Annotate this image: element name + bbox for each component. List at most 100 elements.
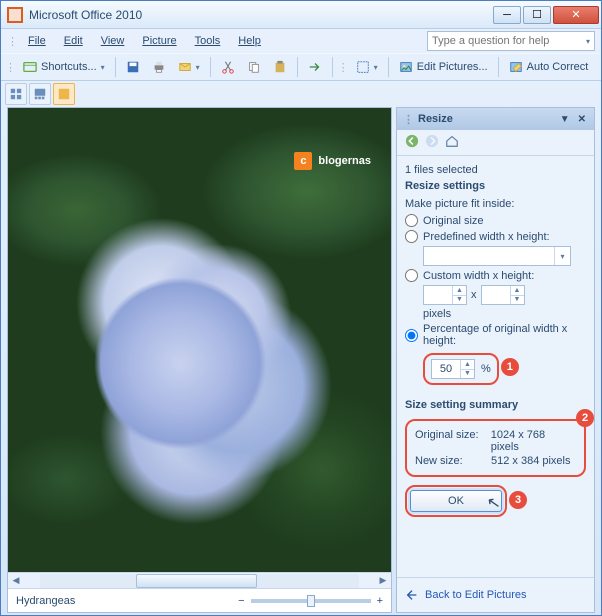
paste-icon <box>273 60 287 74</box>
chevron-down-icon[interactable]: ▾ <box>582 37 594 46</box>
menu-tools[interactable]: Tools <box>187 32 229 50</box>
menu-bar: ⋮ File Edit View Picture Tools Help ▾ <box>1 29 601 53</box>
grip-icon: ⋮ <box>7 35 18 48</box>
callout-1: 1 <box>501 358 519 376</box>
back-link[interactable]: Back to Edit Pictures <box>397 577 594 612</box>
predefined-combo[interactable]: ▾ <box>423 246 571 266</box>
grip-icon: ⋮ <box>403 113 414 126</box>
nav-back-icon[interactable] <box>405 134 419 151</box>
zoom-in-icon[interactable]: + <box>377 595 383 607</box>
window-controls: ─ ☐ ✕ <box>493 6 599 24</box>
resize-settings-heading: Resize settings <box>405 180 586 192</box>
nav-forward-icon[interactable] <box>425 134 439 151</box>
menu-file[interactable]: File <box>20 32 54 50</box>
toolbar: ⋮ Shortcuts...▾ ▾ ⋮ ▾ Edit Pictures... A… <box>1 53 601 81</box>
export-button[interactable] <box>303 56 327 78</box>
view-thumbnails-button[interactable] <box>5 83 27 105</box>
print-button[interactable] <box>147 56 171 78</box>
summary-callout: 2 Original size:1024 x 768 pixels New si… <box>405 419 586 477</box>
new-size-value: 512 x 384 pixels <box>491 455 571 467</box>
ok-callout: OK 3 ↖ <box>405 485 507 517</box>
watermark-logo: c <box>294 152 312 170</box>
maximize-button[interactable]: ☐ <box>523 6 551 24</box>
option-original-size[interactable]: Original size <box>405 214 586 227</box>
chevron-down-icon[interactable]: ▾ <box>554 247 570 265</box>
cut-button[interactable] <box>216 56 240 78</box>
minimize-button[interactable]: ─ <box>493 6 521 24</box>
menu-help[interactable]: Help <box>230 32 269 50</box>
zoom-track[interactable] <box>251 599 371 603</box>
radio-percentage[interactable] <box>405 329 418 342</box>
filmstrip-icon <box>33 87 47 101</box>
scroll-right-icon[interactable]: ▶ <box>375 574 391 588</box>
app-window: Microsoft Office 2010 ─ ☐ ✕ ⋮ File Edit … <box>0 0 602 616</box>
view-filmstrip-button[interactable] <box>29 83 51 105</box>
content-area: c blogernas ◀ ▶ Hydrangeas − + ⋮ <box>1 107 601 615</box>
radio-original[interactable] <box>405 214 418 227</box>
taskpane-title: Resize <box>418 113 453 125</box>
radio-custom[interactable] <box>405 269 418 282</box>
ok-button[interactable]: OK <box>410 490 502 512</box>
shortcuts-icon <box>23 60 37 74</box>
view-single-button[interactable] <box>53 83 75 105</box>
print-icon <box>152 60 166 74</box>
callout-2: 2 <box>576 409 594 427</box>
option-predefined[interactable]: Predefined width x height: <box>405 230 586 243</box>
watermark-text: blogernas <box>318 155 371 167</box>
scroll-left-icon[interactable]: ◀ <box>8 574 24 588</box>
option-percentage[interactable]: Percentage of original width x height: <box>405 323 586 347</box>
new-size-label: New size: <box>415 455 485 467</box>
nav-home-icon[interactable] <box>445 134 459 151</box>
title-bar: Microsoft Office 2010 ─ ☐ ✕ <box>1 1 601 29</box>
menu-view[interactable]: View <box>93 32 133 50</box>
zoom-thumb[interactable] <box>307 595 315 607</box>
custom-width-spinner[interactable]: ▲▼ <box>423 285 467 305</box>
mail-button[interactable]: ▾ <box>173 56 205 78</box>
menu-edit[interactable]: Edit <box>56 32 91 50</box>
picture-edit-icon <box>399 60 413 74</box>
shortcuts-button[interactable]: Shortcuts...▾ <box>18 56 110 78</box>
save-icon <box>126 60 140 74</box>
scrollbar-thumb[interactable] <box>136 574 257 588</box>
zoom-out-icon[interactable]: − <box>238 595 244 607</box>
pixels-label: pixels <box>423 308 586 320</box>
paste-button[interactable] <box>268 56 292 78</box>
edit-pictures-button[interactable]: Edit Pictures... <box>394 56 493 78</box>
option-custom[interactable]: Custom width x height: <box>405 269 586 282</box>
chevron-down-icon[interactable]: ▼ <box>558 114 572 125</box>
select-icon <box>356 60 370 74</box>
close-icon[interactable]: ✕ <box>576 114 588 125</box>
select-button[interactable]: ▾ <box>351 56 383 78</box>
view-switcher <box>1 81 79 107</box>
help-search-box[interactable]: ▾ <box>427 31 595 51</box>
fit-inside-label: Make picture fit inside: <box>405 198 586 210</box>
window-title: Microsoft Office 2010 <box>29 8 493 22</box>
save-button[interactable] <box>121 56 145 78</box>
help-search-input[interactable] <box>428 35 582 47</box>
zoom-slider[interactable]: − + <box>238 595 383 607</box>
image-area: c blogernas ◀ ▶ Hydrangeas − + <box>7 107 392 613</box>
menu-picture[interactable]: Picture <box>134 32 184 50</box>
auto-correct-icon <box>509 60 523 74</box>
custom-height-spinner[interactable]: ▲▼ <box>481 285 525 305</box>
percentage-spinner[interactable]: 50▲▼ <box>431 359 475 379</box>
custom-size-inputs: ▲▼ x ▲▼ <box>423 285 586 305</box>
picture-icon <box>57 87 71 101</box>
picture-content <box>8 108 391 572</box>
auto-correct-button[interactable]: Auto Correct <box>504 56 594 78</box>
close-button[interactable]: ✕ <box>553 6 599 24</box>
horizontal-scrollbar[interactable]: ◀ ▶ <box>8 572 391 588</box>
files-selected-label: 1 files selected <box>405 164 586 176</box>
radio-predefined[interactable] <box>405 230 418 243</box>
grip-icon: ⋮ <box>5 61 16 74</box>
taskpane-header: ⋮ Resize ▼ ✕ <box>397 108 594 130</box>
image-viewport[interactable]: c blogernas <box>8 108 391 572</box>
scrollbar-track[interactable] <box>40 574 359 588</box>
back-arrow-icon <box>405 588 419 602</box>
filename-label: Hydrangeas <box>16 595 75 607</box>
copy-icon <box>247 60 261 74</box>
grid-icon <box>9 87 23 101</box>
percentage-callout: 50▲▼ % 1 <box>423 353 499 385</box>
taskpane-nav <box>397 130 594 156</box>
copy-button[interactable] <box>242 56 266 78</box>
